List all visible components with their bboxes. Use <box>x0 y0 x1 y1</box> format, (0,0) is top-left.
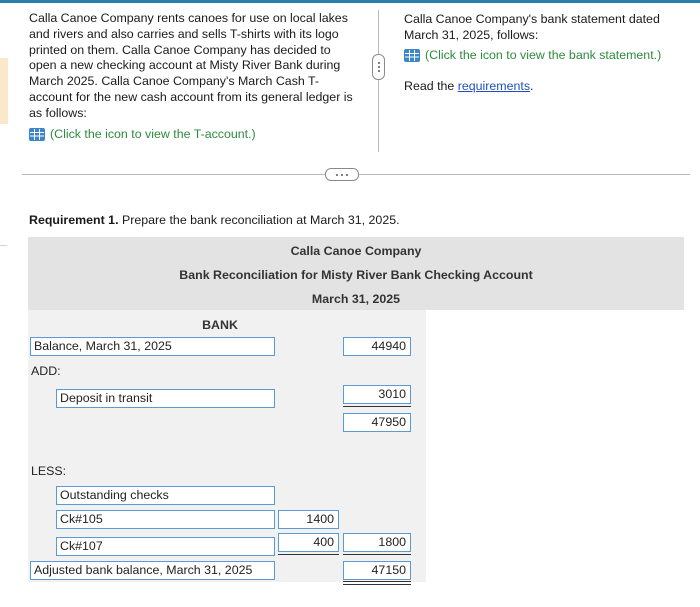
balance-amount-field[interactable]: 44940 <box>343 337 411 356</box>
checks-total-amount-field[interactable]: 1800 <box>343 533 411 552</box>
read-prefix: Read the <box>404 79 458 94</box>
problem-right-column: Calla Canoe Company's bank statement dat… <box>404 12 689 95</box>
company-name: Calla Canoe Company <box>290 244 422 258</box>
adjusted-balance-amount-field[interactable]: 47150 <box>343 561 411 580</box>
side-hairline <box>0 245 7 246</box>
reconciliation-title: Bank Reconciliation for Misty River Bank… <box>179 268 533 282</box>
problem-intro: Calla Canoe Company rents canoes for use… <box>29 11 359 142</box>
deposit-underline <box>343 406 411 407</box>
check-105-label-field[interactable]: Ck#105 <box>56 510 275 529</box>
adjusted-balance-label-field[interactable]: Adjusted bank balance, March 31, 2025 <box>30 561 275 580</box>
reconciliation-header: Calla Canoe Company Bank Reconciliation … <box>28 237 684 310</box>
checks-total-underline <box>343 554 411 555</box>
horizontal-resize-handle[interactable] <box>325 168 359 181</box>
adjusted-double-underline <box>343 581 411 585</box>
balance-label-field[interactable]: Balance, March 31, 2025 <box>30 337 275 356</box>
bank-statement-link-text[interactable]: (Click the icon to view the bank stateme… <box>425 48 661 64</box>
deposit-amount-field[interactable]: 3010 <box>343 385 411 404</box>
top-accent-rule <box>0 0 700 3</box>
intro-text: Calla Canoe Company rents canoes for use… <box>29 11 353 120</box>
bank-statement-text: Calla Canoe Company's bank statement dat… <box>404 12 660 42</box>
table-grid-icon[interactable] <box>404 48 420 62</box>
check-107-underline <box>278 554 339 555</box>
table-grid-icon[interactable] <box>29 127 45 141</box>
read-suffix: . <box>530 79 534 94</box>
requirement-number: Requirement 1. <box>29 213 119 227</box>
outstanding-checks-label-field[interactable]: Outstanding checks <box>56 486 275 505</box>
bank-column-heading: BANK <box>202 318 238 332</box>
bank-statement-link[interactable]: (Click the icon to view the bank stateme… <box>404 48 689 64</box>
subtotal-amount-field[interactable]: 47950 <box>343 413 411 432</box>
check-107-amount-field[interactable]: 400 <box>278 533 339 552</box>
reconciliation-date: March 31, 2025 <box>311 292 401 306</box>
vertical-resize-handle[interactable] <box>372 54 385 80</box>
requirement-heading: Requirement 1. Prepare the bank reconcil… <box>29 213 400 227</box>
requirements-link[interactable]: requirements <box>458 79 530 93</box>
add-label: ADD: <box>31 364 61 378</box>
less-label: LESS: <box>31 464 67 478</box>
check-107-label-field[interactable]: Ck#107 <box>56 537 275 556</box>
deposit-label-field[interactable]: Deposit in transit <box>56 389 275 408</box>
read-requirements: Read the requirements. <box>404 79 689 95</box>
vertical-divider <box>378 10 379 152</box>
t-account-link[interactable]: (Click the icon to view the T-account.) <box>29 127 359 143</box>
left-highlight-bar <box>0 58 8 124</box>
requirement-text: Prepare the bank reconciliation at March… <box>118 213 400 227</box>
check-105-amount-field[interactable]: 1400 <box>278 510 339 529</box>
t-account-link-text[interactable]: (Click the icon to view the T-account.) <box>50 127 256 143</box>
